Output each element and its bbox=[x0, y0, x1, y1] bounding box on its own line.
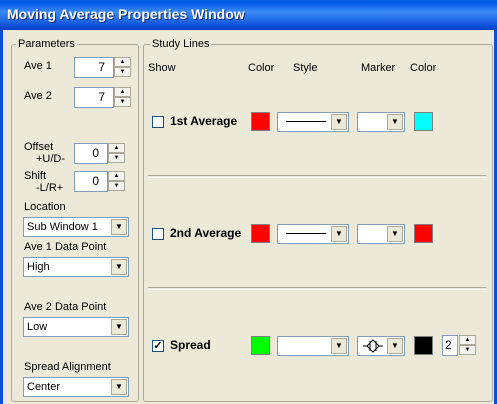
ave2-input[interactable]: 7 bbox=[74, 87, 114, 108]
ave1-down-button[interactable]: ▼ bbox=[114, 67, 131, 77]
ave1-input[interactable]: 7 bbox=[74, 57, 114, 78]
shift-down-button[interactable]: ▼ bbox=[108, 181, 125, 191]
marker-size-up-button[interactable]: ▲ bbox=[459, 335, 476, 345]
style-header: Style bbox=[293, 62, 318, 74]
marker-select[interactable]: ▼ bbox=[357, 224, 405, 244]
line-style-select[interactable]: ▼ bbox=[277, 224, 349, 244]
row-divider bbox=[148, 175, 486, 178]
chevron-down-icon[interactable]: ▼ bbox=[111, 379, 127, 395]
client-area: Parameters Ave 1 7 ▲ ▼ Ave 2 7 ▲ ▼ Offse… bbox=[0, 30, 497, 404]
show-spread-checkbox[interactable]: ✓ bbox=[152, 340, 164, 352]
marker-select[interactable]: ▼ bbox=[357, 112, 405, 132]
ave2-down-button[interactable]: ▼ bbox=[114, 97, 131, 107]
offset-label: Offset bbox=[24, 141, 54, 153]
line-color-swatch[interactable] bbox=[251, 112, 270, 131]
line-color-swatch[interactable] bbox=[251, 224, 270, 243]
ave2-data-point-value: Low bbox=[27, 321, 48, 333]
show-2nd-average-checkbox[interactable] bbox=[152, 228, 164, 240]
chevron-down-icon[interactable]: ▼ bbox=[111, 259, 127, 275]
parameters-group: Parameters Ave 1 7 ▲ ▼ Ave 2 7 ▲ ▼ Offse… bbox=[11, 38, 139, 402]
color-header: Color bbox=[248, 62, 275, 74]
location-label: Location bbox=[24, 201, 66, 213]
location-select[interactable]: Sub Window 1 ▼ bbox=[23, 217, 129, 237]
marker-size-input[interactable]: 2 bbox=[442, 335, 458, 356]
location-value: Sub Window 1 bbox=[27, 221, 98, 233]
offset-up-button[interactable]: ▲ bbox=[108, 143, 125, 153]
marker-color-swatch[interactable] bbox=[414, 224, 433, 243]
show-header: Show bbox=[148, 62, 176, 74]
shift-label: Shift bbox=[24, 170, 47, 182]
shift-sublabel: -L/R+ bbox=[36, 182, 64, 194]
marker-select[interactable]: ▼ bbox=[357, 336, 405, 356]
row-label: 2nd Average bbox=[170, 226, 242, 240]
ave1-spinner[interactable]: 7 ▲ ▼ bbox=[74, 57, 132, 78]
ave2-data-point-select[interactable]: Low ▼ bbox=[23, 317, 129, 337]
marker-size-spinner[interactable]: 2 ▲ ▼ bbox=[442, 335, 482, 356]
chevron-down-icon[interactable]: ▼ bbox=[387, 226, 403, 242]
chevron-down-icon[interactable]: ▼ bbox=[111, 319, 127, 335]
offset-input[interactable]: 0 bbox=[74, 143, 108, 164]
ave2-up-button[interactable]: ▲ bbox=[114, 87, 131, 97]
chevron-down-icon[interactable]: ▼ bbox=[111, 219, 127, 235]
spread-alignment-label: Spread Alignment bbox=[24, 361, 111, 373]
study-lines-legend: Study Lines bbox=[150, 38, 212, 50]
ave2-label: Ave 2 bbox=[24, 90, 52, 102]
shift-up-button[interactable]: ▲ bbox=[108, 171, 125, 181]
marker-color-swatch[interactable] bbox=[414, 112, 433, 131]
line-style-select[interactable]: ▼ bbox=[277, 112, 349, 132]
ave1-data-point-label: Ave 1 Data Point bbox=[24, 241, 107, 253]
show-1st-average-checkbox[interactable] bbox=[152, 116, 164, 128]
ave2-data-point-label: Ave 2 Data Point bbox=[24, 301, 107, 313]
offset-sublabel: +U/D- bbox=[36, 153, 66, 165]
marker-color-swatch[interactable] bbox=[414, 336, 433, 355]
chevron-down-icon[interactable]: ▼ bbox=[331, 114, 347, 130]
marker-color-header: Color bbox=[410, 62, 437, 74]
offset-down-button[interactable]: ▼ bbox=[108, 153, 125, 163]
spread-alignment-value: Center bbox=[27, 381, 61, 393]
ave1-label: Ave 1 bbox=[24, 60, 52, 72]
window-title: Moving Average Properties Window bbox=[7, 6, 245, 22]
chevron-down-icon[interactable]: ▼ bbox=[387, 114, 403, 130]
chevron-down-icon[interactable]: ▼ bbox=[387, 338, 403, 354]
ave1-data-point-select[interactable]: High ▼ bbox=[23, 257, 129, 277]
row-label: Spread bbox=[170, 338, 211, 352]
marker-header: Marker bbox=[361, 62, 396, 74]
diamond-bar-marker-icon bbox=[363, 339, 383, 353]
line-style-select[interactable]: ▼ bbox=[277, 336, 349, 356]
ave2-spinner[interactable]: 7 ▲ ▼ bbox=[74, 87, 132, 108]
marker-size-down-button[interactable]: ▼ bbox=[459, 345, 476, 355]
shift-input[interactable]: 0 bbox=[74, 171, 108, 192]
spread-alignment-select[interactable]: Center ▼ bbox=[23, 377, 129, 397]
row-divider bbox=[148, 287, 486, 290]
chevron-down-icon[interactable]: ▼ bbox=[331, 338, 347, 354]
chevron-down-icon[interactable]: ▼ bbox=[331, 226, 347, 242]
offset-spinner[interactable]: 0 ▲ ▼ bbox=[74, 143, 132, 164]
title-bar: Moving Average Properties Window bbox=[0, 0, 497, 30]
ave1-data-point-value: High bbox=[27, 261, 50, 273]
ave1-up-button[interactable]: ▲ bbox=[114, 57, 131, 67]
line-color-swatch[interactable] bbox=[251, 336, 270, 355]
row-label: 1st Average bbox=[170, 114, 238, 128]
study-lines-group: Study Lines Show Color Style Marker Colo… bbox=[143, 38, 493, 402]
parameters-legend: Parameters bbox=[16, 38, 77, 50]
check-mark: ✓ bbox=[153, 340, 163, 352]
shift-spinner[interactable]: 0 ▲ ▼ bbox=[74, 171, 132, 192]
